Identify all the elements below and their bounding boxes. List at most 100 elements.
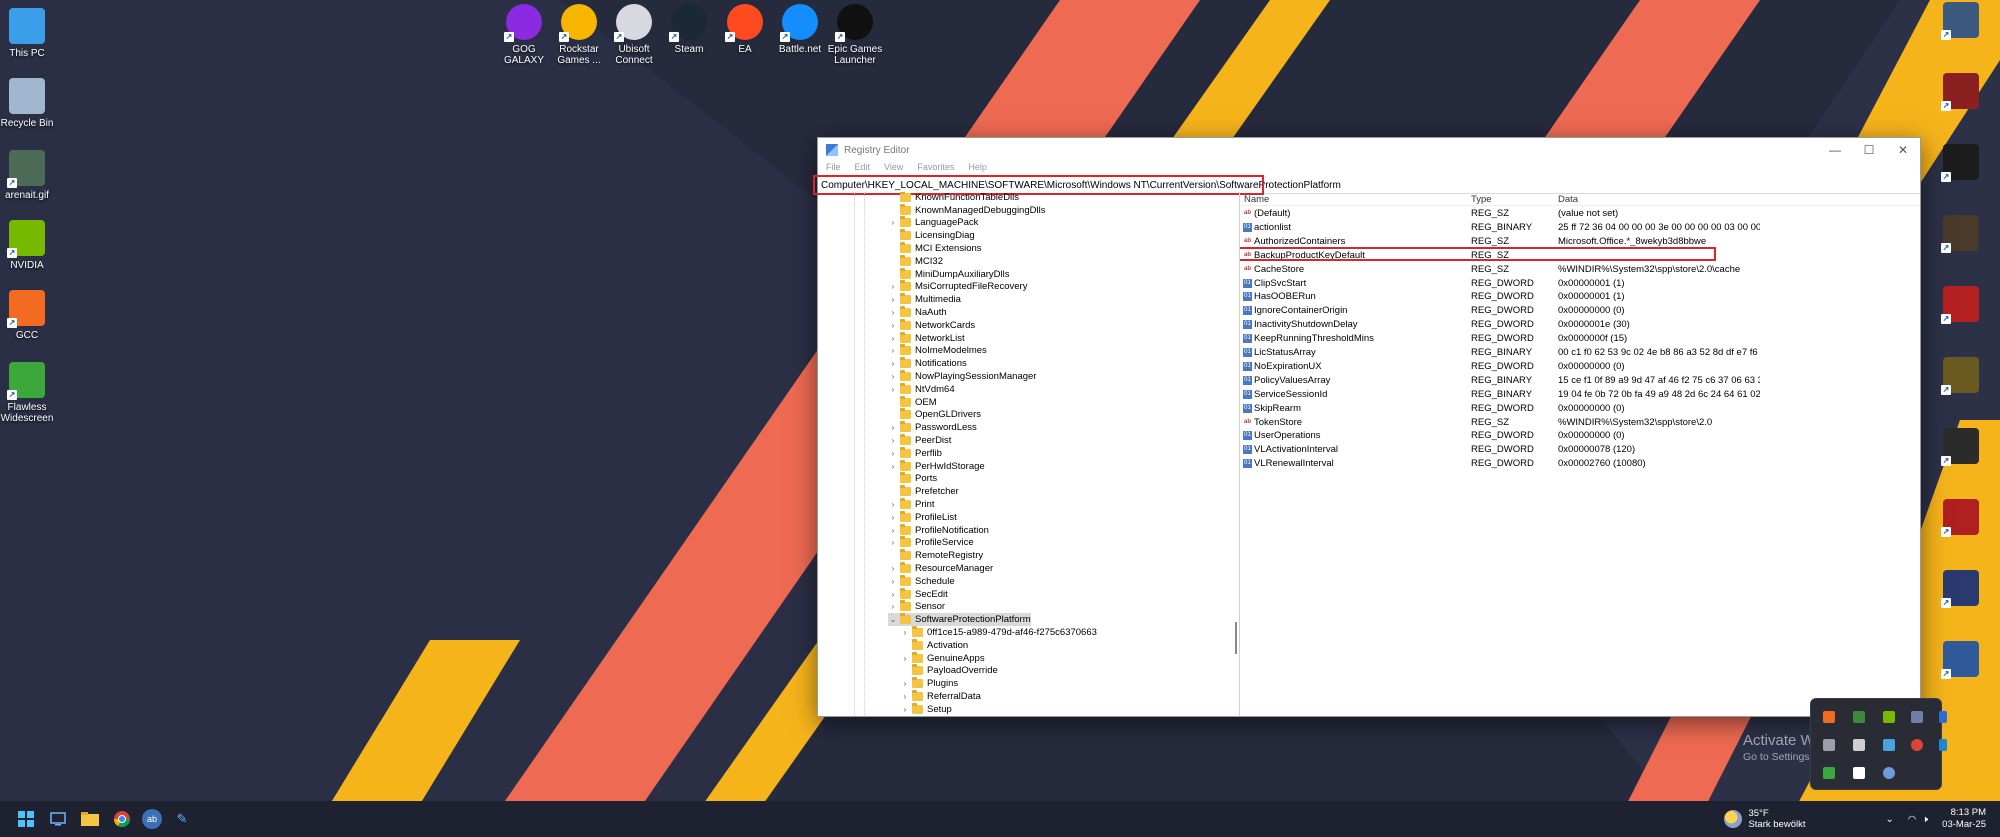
tree-key-minidumpauxiliarydlls[interactable]: MiniDumpAuxiliaryDlls [888, 267, 1010, 281]
wifi-icon[interactable]: ◠ [1908, 814, 1916, 825]
chevron-right-icon[interactable]: › [888, 308, 898, 317]
tree-key-opengldrivers[interactable]: OpenGLDrivers [888, 408, 981, 422]
tree-key-ports[interactable]: Ports [888, 472, 937, 486]
chevron-right-icon[interactable]: › [888, 385, 898, 394]
tree-key-nowplayingsessionmanager[interactable]: › NowPlayingSessionManager [888, 370, 1036, 383]
tree-key-print[interactable]: › Print [888, 498, 935, 511]
desktop-right-game-icon-9[interactable] [1928, 570, 1994, 610]
registry-editor-window[interactable]: Registry Editor — ☐ ✕ File Edit View Fav… [813, 137, 1921, 717]
tree-key-resourcemanager[interactable]: › ResourceManager [888, 562, 993, 575]
desktop-right-game-icon-4[interactable] [1928, 215, 1994, 255]
desktop-right-game-icon-2[interactable] [1928, 73, 1994, 113]
value-row-authorizedcontainers[interactable]: ab AuthorizedContainers REG_SZ Microsoft.Of… [1240, 235, 1920, 249]
chevron-right-icon[interactable]: › [900, 692, 910, 701]
tree-key-networkcards[interactable]: › NetworkCards [888, 318, 975, 332]
chevron-right-icon[interactable]: › [888, 577, 898, 586]
value-row-actionlist[interactable]: 01 actionlist REG_BINARY 25 ff 72 36 04 00 … [1240, 221, 1920, 235]
menu-favorites[interactable]: Favorites [917, 162, 954, 176]
tree-key-languagepack[interactable]: › LanguagePack [888, 216, 978, 230]
value-row-noexpirationux[interactable]: 01 NoExpirationUX REG_DWORD 0x00000000 (0) [1240, 360, 1920, 374]
tray-display-icon[interactable] [1911, 711, 1923, 723]
column-name[interactable]: Name [1244, 194, 1269, 205]
tree-key-softwareprotectionplatform[interactable]: ⌄ SoftwareProtectionPlatform [888, 613, 1031, 627]
value-row-hasooberun[interactable]: 01 HasOOBERun REG_DWORD 0x00000001 (1) [1240, 290, 1920, 304]
tray-steam-icon[interactable] [1939, 739, 1947, 751]
title-bar[interactable]: Registry Editor — ☐ ✕ [818, 138, 1920, 162]
chevron-right-icon[interactable]: › [888, 218, 898, 227]
key-tree-pane[interactable]: KnownFunctionTableDlls KnownManagedDebugg… [818, 192, 1240, 716]
menu-file[interactable]: File [826, 162, 841, 176]
tree-key-licensingdiag[interactable]: LicensingDiag [888, 229, 975, 242]
tree-key-sensor[interactable]: › Sensor [888, 600, 945, 614]
tree-key-activation[interactable]: Activation [900, 638, 968, 652]
chevron-right-icon[interactable]: › [900, 679, 910, 688]
clock[interactable]: 8:13 PM 03-Mar-25 [1942, 807, 1986, 831]
tree-key-mci32[interactable]: MCI32 [888, 254, 943, 268]
chevron-right-icon[interactable]: › [888, 462, 898, 471]
tree-key-prefetcher[interactable]: Prefetcher [888, 485, 959, 498]
chevron-right-icon[interactable]: › [888, 295, 898, 304]
tree-key-profilelist[interactable]: › ProfileList [888, 510, 957, 524]
value-row-backupproductkeydefault[interactable]: ab BackupProductKeyDefault REG_SZ [1240, 246, 1920, 263]
desktop-icon-epic-games-launcher[interactable]: Epic Games Launcher [822, 4, 888, 66]
chevron-right-icon[interactable]: › [888, 282, 898, 291]
tray-widescreen-icon[interactable] [1823, 767, 1835, 779]
value-row-clipsvcstart[interactable]: 01 ClipSvcStart REG_DWORD 0x00000001 (1) [1240, 277, 1920, 291]
value-row-cachestore[interactable]: ab CacheStore REG_SZ %WINDIR%\System32\spp\… [1240, 263, 1920, 277]
tree-key-multimedia[interactable]: › Multimedia [888, 293, 961, 306]
tray-battlenet-icon[interactable] [1883, 767, 1895, 779]
tree-key-plugins[interactable]: › Plugins [900, 677, 958, 690]
menu-view[interactable]: View [884, 162, 903, 176]
desktop-icon-nvidia[interactable]: NVIDIA [0, 220, 60, 271]
value-row-inactivityshutdowndelay[interactable]: 01 InactivityShutdownDelay REG_DWORD 0x0000… [1240, 318, 1920, 332]
chevron-right-icon[interactable]: › [888, 436, 898, 445]
chevron-right-icon[interactable]: › [888, 449, 898, 458]
chevron-right-icon[interactable]: › [888, 423, 898, 432]
start-icon[interactable] [14, 807, 38, 831]
maximize-button[interactable]: ☐ [1852, 143, 1886, 157]
chevron-right-icon[interactable]: › [888, 590, 898, 599]
tree-key-msicorruptedfilerecovery[interactable]: › MsiCorruptedFileRecovery [888, 280, 1027, 294]
value-row-default[interactable]: ab (Default) REG_SZ (value not set) [1240, 207, 1920, 221]
chrome-icon[interactable] [110, 807, 134, 831]
weather-widget[interactable]: 35°F Stark bewölkt [1724, 808, 1805, 830]
values-pane[interactable]: Name Type Data ab (Default) REG_SZ (value n… [1240, 192, 1920, 716]
pinned-app-2-icon[interactable]: ✎ [170, 807, 194, 831]
value-row-skiprearm[interactable]: 01 SkipRearm REG_DWORD 0x00000000 (0) [1240, 402, 1920, 416]
value-row-tokenstore[interactable]: ab TokenStore REG_SZ %WINDIR%\System32\spp\… [1240, 416, 1920, 430]
menu-edit[interactable]: Edit [855, 162, 871, 176]
value-row-vlactivationinterval[interactable]: 01 VLActivationInterval REG_DWORD 0x0000007… [1240, 443, 1920, 457]
file-explorer-icon[interactable] [78, 807, 102, 831]
address-path[interactable]: Computer\HKEY_LOCAL_MACHINE\SOFTWARE\Mic… [821, 180, 1341, 191]
tree-key-passwordless[interactable]: › PasswordLess [888, 421, 977, 434]
tree-key-referraldata[interactable]: › ReferralData [900, 690, 981, 703]
tree-key-profileservice[interactable]: › ProfileService [888, 536, 974, 550]
pinned-app-icon[interactable]: ab [142, 809, 162, 829]
desktop-icon-this-pc[interactable]: This PC [0, 8, 60, 59]
tree-key-peerdist[interactable]: › PeerDist [888, 434, 951, 447]
tray-nvidia-icon[interactable] [1883, 711, 1895, 723]
tree-key-setup[interactable]: › Setup [900, 702, 952, 716]
chevron-down-icon[interactable]: ⌄ [888, 615, 898, 624]
desktop-right-game-icon-8[interactable] [1928, 499, 1994, 539]
tree-key-ntvdm64[interactable]: › NtVdm64 [888, 382, 955, 396]
close-button[interactable]: ✕ [1886, 143, 1920, 157]
tree-key-oem[interactable]: OEM [888, 395, 937, 409]
tree-key-schedule[interactable]: › Schedule [888, 574, 955, 588]
value-row-servicesessionid[interactable]: 01 ServiceSessionId REG_BINARY 19 04 fe 0b … [1240, 388, 1920, 402]
desktop-right-game-icon-5[interactable] [1928, 286, 1994, 326]
tree-scrollbar[interactable] [1235, 622, 1237, 654]
value-row-useroperations[interactable]: 01 UserOperations REG_DWORD 0x00000000 (0) [1240, 429, 1920, 443]
tray-chrome-icon[interactable] [1911, 739, 1923, 751]
tray-chevron-icon[interactable]: ⌄ [1885, 814, 1893, 825]
chevron-right-icon[interactable]: › [888, 538, 898, 547]
value-row-policyvaluesarray[interactable]: 01 PolicyValuesArray REG_BINARY 15 ce f1 0f… [1240, 374, 1920, 388]
tree-key-naauth[interactable]: › NaAuth [888, 306, 947, 319]
volume-icon[interactable]: 🕨 [1922, 814, 1928, 825]
tray-gcc-icon[interactable] [1823, 711, 1835, 723]
tray-file-icon[interactable] [1853, 739, 1865, 751]
desktop-right-game-icon-6[interactable] [1928, 357, 1994, 397]
chevron-right-icon[interactable]: › [888, 513, 898, 522]
value-row-licstatusarray[interactable]: 01 LicStatusArray REG_BINARY 00 c1 f0 62 53… [1240, 346, 1920, 360]
tree-key-perflib[interactable]: › Perflib [888, 446, 942, 460]
